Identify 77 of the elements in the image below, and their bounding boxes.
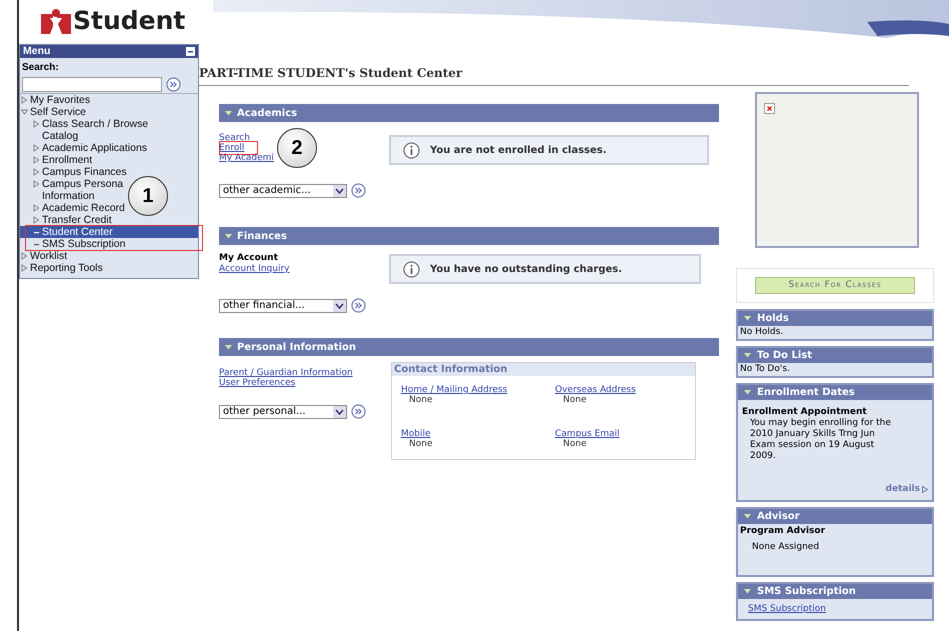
menu-item[interactable]: Information	[20, 190, 95, 202]
go-icon[interactable]	[351, 298, 366, 313]
go-icon[interactable]	[351, 183, 366, 198]
menu-item[interactable]: Campus Finances	[20, 166, 127, 178]
section-header[interactable]: Enrollment Dates	[738, 385, 932, 400]
link[interactable]: SMS Subscription	[748, 604, 826, 614]
menu-item[interactable]: SMS Subscription	[20, 238, 126, 250]
link[interactable]: User Preferences	[219, 378, 296, 388]
collapse-arrow-icon[interactable]	[225, 234, 232, 238]
menu-item[interactable]: Enrollment	[20, 154, 92, 166]
panel-text: No Holds.	[740, 327, 784, 338]
menu-title: Menu	[23, 44, 50, 59]
go-icon[interactable]	[166, 77, 181, 92]
section-header[interactable]: Finances	[219, 227, 719, 245]
collapse-arrow-icon[interactable]	[744, 589, 751, 594]
menu-item[interactable]: Academic Applications	[20, 142, 148, 154]
menu-item[interactable]: My Favorites	[20, 94, 90, 106]
menu-item[interactable]: Transfer Credit	[20, 214, 112, 226]
search-field[interactable]	[22, 77, 162, 92]
page-title: PART-TIME STUDENT's Student Center	[199, 64, 909, 86]
link[interactable]: Account Inquiry	[219, 264, 290, 274]
panel-text: No To Do's.	[740, 364, 791, 375]
collapsed-icon	[21, 94, 28, 106]
menu-item[interactable]: Reporting Tools	[20, 262, 103, 274]
info-icon	[403, 142, 420, 158]
message-text: You have no outstanding charges.	[430, 262, 622, 276]
callout-badge: 2	[276, 128, 317, 168]
menu-item[interactable]: Self Service	[20, 106, 86, 118]
appointment-heading: Enrollment Appointment	[742, 407, 868, 418]
message-text: You are not enrolled in classes.	[430, 144, 607, 158]
collapse-arrow-icon[interactable]	[744, 316, 751, 321]
menu-item[interactable]: Class Search / Browse Catalog	[20, 118, 174, 142]
account-heading: My Account	[219, 253, 279, 264]
contact-heading: Contact Information	[392, 363, 695, 376]
broken-image-icon	[764, 102, 775, 114]
link[interactable]: Parent / Guardian Information	[219, 368, 353, 378]
link[interactable]: Home / Mailing Address	[401, 385, 508, 395]
triangle-icon	[922, 486, 928, 493]
search-for-classes-button[interactable]: Search For Classes	[755, 277, 915, 294]
section-header[interactable]: Academics	[219, 104, 719, 122]
section-header[interactable]: To Do List	[738, 348, 932, 363]
contact-value: None	[408, 439, 434, 449]
section-header[interactable]: SMS Subscription	[738, 584, 932, 599]
link[interactable]: Overseas Address	[555, 385, 636, 395]
collapsed-icon	[33, 118, 40, 130]
dropdown[interactable]: other academic...	[219, 184, 347, 198]
section-header[interactable]: Advisor	[738, 509, 932, 524]
dropdown[interactable]: other financial...	[219, 298, 347, 312]
logo-text: Student	[73, 5, 186, 38]
link[interactable]: Campus Email	[555, 429, 620, 439]
collapse-arrow-icon[interactable]	[744, 353, 751, 358]
contact-value: None	[562, 439, 588, 449]
dropdown[interactable]: other personal...	[219, 404, 347, 418]
link[interactable]: Enroll	[219, 143, 244, 153]
appointment-text: You may begin enrolling for the 2010 January Skills Trng Jun Exam session on 19 August 2009.	[749, 418, 892, 462]
info-icon	[403, 260, 420, 278]
section-header[interactable]: Personal Information	[219, 338, 719, 356]
logo-icon	[41, 8, 71, 34]
collapse-icon[interactable]	[186, 47, 195, 56]
menu-item[interactable]: Campus Persona	[20, 178, 124, 190]
collapse-arrow-icon[interactable]	[225, 110, 232, 116]
collapse-arrow-icon[interactable]	[225, 344, 232, 350]
search-label: Search:	[22, 61, 60, 75]
link[interactable]: Mobile	[401, 429, 431, 439]
section-header[interactable]: Holds	[738, 311, 932, 326]
highlight-box	[219, 141, 258, 155]
menu-item[interactable]: Academic Record	[20, 202, 125, 214]
contact-value: None	[408, 395, 434, 405]
menu-item[interactable]: Worklist	[20, 250, 68, 262]
go-icon[interactable]	[351, 404, 366, 419]
collapse-arrow-icon[interactable]	[744, 514, 751, 519]
collapse-arrow-icon[interactable]	[744, 390, 751, 395]
menu-item[interactable]: Student Center	[20, 226, 198, 238]
advisor-name: None Assigned	[751, 542, 820, 553]
link[interactable]: Search	[219, 133, 250, 143]
contact-value: None	[562, 395, 588, 405]
advisor-heading: Program Advisor	[740, 526, 826, 537]
